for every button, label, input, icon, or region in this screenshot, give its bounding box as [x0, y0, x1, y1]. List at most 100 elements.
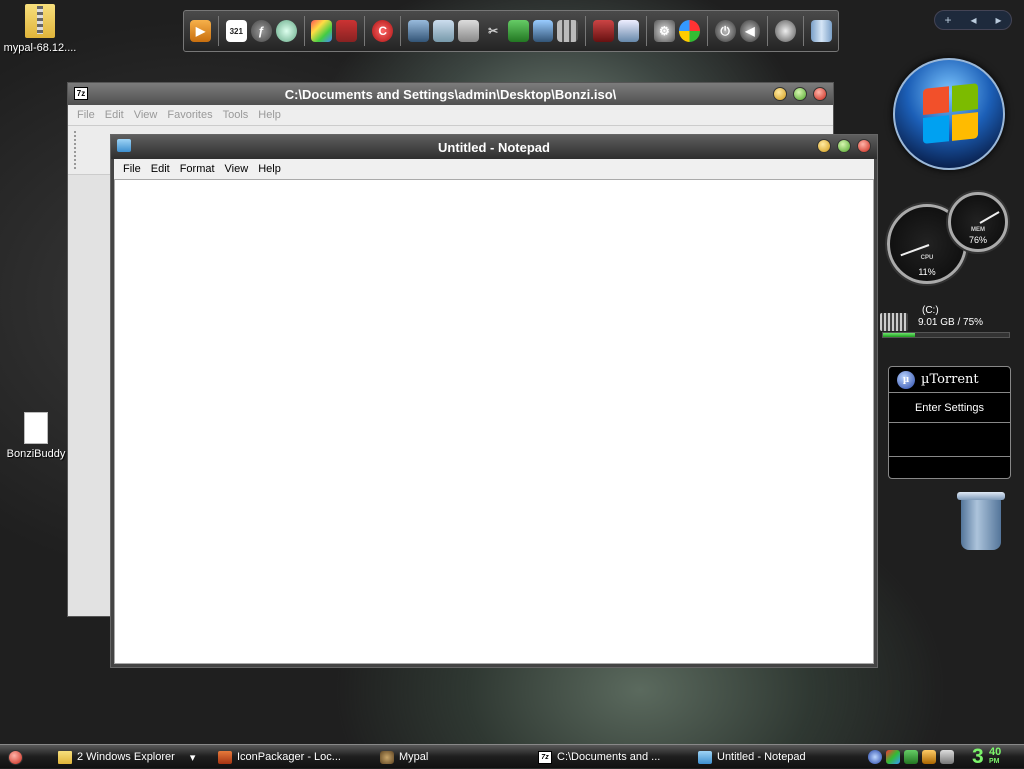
calculator-icon[interactable] [457, 20, 479, 42]
explorer-titlebar[interactable]: 7z C:\Documents and Settings\admin\Deskt… [68, 83, 833, 105]
grid-icon[interactable] [557, 20, 579, 42]
ccleaner-icon[interactable]: C [372, 20, 394, 42]
menu-help[interactable]: Help [253, 109, 286, 121]
power-icon[interactable]: ⏻ [714, 20, 736, 42]
7zip-icon: 7z [538, 750, 552, 764]
notepad-title: Untitled - Notepad [438, 139, 550, 155]
utorrent-tray-icon[interactable] [868, 750, 882, 764]
dock-separator [706, 16, 708, 46]
file-icon [24, 412, 48, 444]
menu-format[interactable]: Format [175, 163, 220, 175]
taskbar-item-label: C:\Documents and ... [557, 751, 661, 763]
taskbar-item-notepad[interactable]: Untitled - Notepad [698, 748, 848, 766]
explorer-title: C:\Documents and Settings\admin\Desktop\… [284, 86, 617, 102]
close-button[interactable] [857, 139, 871, 153]
wizard-tray-icon[interactable] [922, 750, 936, 764]
network-icon[interactable] [408, 20, 429, 42]
raccoon-icon[interactable] [775, 20, 797, 42]
start-orb[interactable] [893, 58, 1005, 170]
menu-view[interactable]: View [220, 163, 254, 175]
volume-tray-icon[interactable] [940, 750, 954, 764]
folder-icon [58, 750, 72, 764]
usb-icon[interactable] [593, 20, 615, 42]
utorrent-title: µTorrent [921, 372, 979, 387]
notepad-text-area[interactable] [114, 179, 874, 664]
utorrent-logo-icon: µ [897, 370, 915, 389]
desktop-icon-mypal[interactable]: mypal-68.12.... [2, 4, 78, 54]
notepad-icon [698, 750, 712, 764]
menu-tools[interactable]: Tools [218, 109, 254, 121]
taskbar-item-label: IconPackager - Loc... [237, 751, 341, 763]
menu-file[interactable]: File [118, 163, 146, 175]
paint-icon[interactable] [311, 20, 333, 42]
maximize-button[interactable] [837, 139, 851, 153]
taskbar-item-7zip[interactable]: 7z C:\Documents and ... [538, 748, 688, 766]
taskbar-item-label: 2 Windows Explorer [77, 751, 175, 763]
notepad-titlebar[interactable]: Untitled - Notepad [111, 135, 877, 159]
calendar-321-icon[interactable]: 321 [225, 20, 247, 42]
windows-flag-icon [923, 83, 979, 145]
menu-edit[interactable]: Edit [146, 163, 175, 175]
minimize-button[interactable] [773, 87, 787, 101]
close-button[interactable] [813, 87, 827, 101]
network-tray-icon[interactable] [886, 750, 900, 764]
dock-separator [767, 16, 769, 46]
notepad-icon [117, 139, 131, 152]
chevron-down-icon[interactable]: ▾ [190, 751, 196, 764]
green-book-icon[interactable] [507, 20, 529, 42]
start-button[interactable] [8, 750, 23, 765]
memory-gauge-value: 76% [968, 235, 987, 245]
menu-favorites[interactable]: Favorites [162, 109, 217, 121]
utorrent-enter-settings[interactable]: Enter Settings [889, 393, 1010, 423]
volume-icon[interactable]: ◀ [739, 20, 761, 42]
memory-gauge-needle [979, 211, 1000, 224]
drive-usage-fill [883, 333, 915, 337]
minimize-button[interactable] [817, 139, 831, 153]
menu-view[interactable]: View [129, 109, 163, 121]
settings-icon[interactable]: ⚙ [653, 20, 675, 42]
dock-separator [803, 16, 805, 46]
toolbar-grip[interactable] [74, 131, 76, 171]
desktop-icon-label: BonziBuddy [6, 448, 66, 460]
clock-hour: 3 [972, 745, 984, 768]
explorer-menubar: File Edit View Favorites Tools Help [68, 105, 833, 125]
window-icon[interactable] [618, 20, 640, 42]
maximize-button[interactable] [793, 87, 807, 101]
previous-desktop-button[interactable]: ◂ [970, 13, 976, 27]
safely-remove-tray-icon[interactable] [904, 750, 918, 764]
notepad-window[interactable]: Untitled - Notepad File Edit Format View… [110, 134, 878, 668]
taskbar-item-mypal[interactable]: Mypal [380, 748, 530, 766]
taskbar-item-windows-explorer[interactable]: 2 Windows Explorer ▾ [58, 748, 208, 766]
system-tray [868, 748, 954, 766]
scissors-icon[interactable]: ✂ [483, 20, 504, 42]
desktop-icon-bonzibuddy[interactable]: BonziBuddy [0, 412, 74, 460]
windows-logo-icon[interactable] [678, 20, 700, 42]
drive-space-gadget[interactable]: (C:) 9.01 GB / 75% [880, 305, 1012, 341]
recycle-bin-icon[interactable] [955, 492, 1005, 554]
document-icon[interactable] [432, 20, 454, 42]
7zip-icon: 7z [74, 87, 88, 100]
dock-separator [303, 16, 305, 46]
utorrent-gadget: µ µTorrent Enter Settings [888, 366, 1011, 479]
dock-separator [646, 16, 647, 46]
monitor-icon[interactable] [532, 20, 554, 42]
utorrent-row [889, 423, 1010, 457]
next-desktop-button[interactable]: ▸ [995, 13, 1001, 27]
taskbar-item-iconpackager[interactable]: IconPackager - Loc... [218, 748, 368, 766]
memory-gauge[interactable]: MEM 76% [948, 192, 1008, 252]
zip-folder-icon [25, 4, 55, 38]
disc-icon[interactable] [275, 20, 297, 42]
menu-help[interactable]: Help [253, 163, 286, 175]
menu-file[interactable]: File [72, 109, 100, 121]
menu-edit[interactable]: Edit [100, 109, 129, 121]
books-icon[interactable] [336, 20, 358, 42]
clock-minute: 40 [989, 746, 1002, 758]
drive-usage-bar [882, 332, 1010, 338]
application-dock: ▶ 321 ƒ C ✂ ⚙ ⏻ ◀ [183, 10, 839, 52]
recycle-bin-icon[interactable] [811, 20, 833, 42]
notepad-menubar: File Edit Format View Help [114, 159, 874, 179]
media-player-icon[interactable]: ▶ [190, 20, 211, 42]
dock-separator [585, 16, 587, 46]
add-desktop-button[interactable]: + [944, 13, 951, 27]
flash-icon[interactable]: ƒ [250, 20, 272, 42]
